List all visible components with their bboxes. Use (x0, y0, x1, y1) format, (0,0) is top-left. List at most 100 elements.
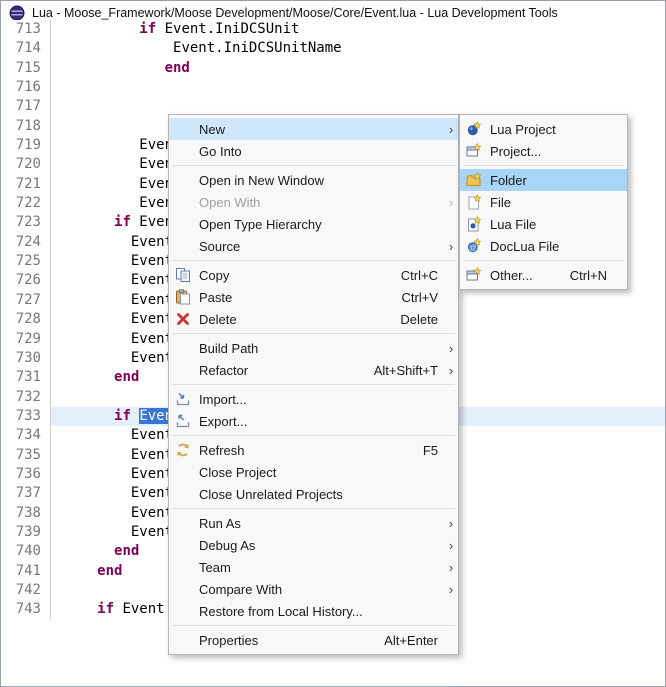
line-number[interactable]: 741 (1, 562, 51, 581)
line-number[interactable]: 714 (1, 39, 51, 58)
line-number[interactable]: 720 (1, 155, 51, 174)
line-number[interactable]: 724 (1, 233, 51, 252)
menu-item-delete[interactable]: DeleteDelete (169, 308, 458, 330)
line-number[interactable]: 733 (1, 407, 51, 426)
import-icon (175, 391, 191, 407)
menu-item-label: Refactor (199, 363, 248, 378)
line-number[interactable]: 713 (1, 20, 51, 39)
code-line-714[interactable]: 714 Event.IniDCSUnitName (1, 39, 665, 58)
menu-item-label: File (490, 195, 511, 210)
line-number[interactable]: 715 (1, 59, 51, 78)
new-project-icon-cell (465, 143, 483, 159)
menu-item-accelerator: Ctrl+C (401, 268, 444, 283)
menu-item-label: Compare With (199, 582, 282, 597)
line-number[interactable]: 723 (1, 213, 51, 232)
line-number[interactable]: 736 (1, 465, 51, 484)
line-number[interactable]: 719 (1, 136, 51, 155)
menu-item-project[interactable]: Project... (460, 140, 627, 162)
menu-item-label: Project... (490, 144, 541, 159)
menu-item-copy[interactable]: CopyCtrl+C (169, 264, 458, 286)
window-title: Lua - Moose_Framework/Moose Development/… (32, 6, 558, 20)
line-number[interactable]: 737 (1, 484, 51, 503)
menu-item-file[interactable]: File (460, 191, 627, 213)
line-number[interactable]: 717 (1, 97, 51, 116)
menu-item-open-type-hierarchy[interactable]: Open Type Hierarchy (169, 213, 458, 235)
line-number[interactable]: 740 (1, 542, 51, 561)
line-number[interactable]: 718 (1, 117, 51, 136)
menu-item-lua-project[interactable]: Lua Project (460, 118, 627, 140)
menu-item-close-unrelated-projects[interactable]: Close Unrelated Projects (169, 483, 458, 505)
menu-item-paste[interactable]: PasteCtrl+V (169, 286, 458, 308)
menu-separator (172, 384, 455, 385)
menu-item-accelerator: Alt+Shift+T (374, 363, 444, 378)
menu-item-properties[interactable]: PropertiesAlt+Enter (169, 629, 458, 651)
line-number[interactable]: 725 (1, 252, 51, 271)
line-number[interactable]: 742 (1, 581, 51, 600)
delete-icon (175, 311, 191, 327)
menu-item-accelerator: Ctrl+N (570, 268, 613, 283)
line-number[interactable]: 729 (1, 330, 51, 349)
code-line-716[interactable]: 716 (1, 78, 665, 97)
code-line-715[interactable]: 715 end (1, 59, 665, 78)
menu-item-label: Restore from Local History... (199, 604, 363, 619)
menu-item-import[interactable]: Import... (169, 388, 458, 410)
import-icon-cell (174, 391, 192, 407)
line-number[interactable]: 735 (1, 446, 51, 465)
menu-item-refactor[interactable]: RefactorAlt+Shift+T› (169, 359, 458, 381)
menu-item-other[interactable]: Other... Ctrl+N (460, 264, 627, 286)
menu-item-label: Lua Project (490, 122, 556, 137)
menu-item-restore-from-local-history[interactable]: Restore from Local History... (169, 600, 458, 622)
menu-item-debug-as[interactable]: Debug As› (169, 534, 458, 556)
line-number[interactable]: 726 (1, 271, 51, 290)
line-number[interactable]: 743 (1, 600, 51, 619)
line-number[interactable]: 728 (1, 310, 51, 329)
line-number[interactable]: 734 (1, 426, 51, 445)
submenu-arrow-icon: › (444, 341, 458, 356)
line-number[interactable]: 722 (1, 194, 51, 213)
submenu-arrow-icon: › (444, 516, 458, 531)
menu-item-source[interactable]: Source› (169, 235, 458, 257)
project-context-menu: New › Go Into Open in New WindowOpen With›O… (168, 114, 459, 655)
menu-item-export[interactable]: Export... (169, 410, 458, 432)
line-number[interactable]: 731 (1, 368, 51, 387)
line-number[interactable]: 732 (1, 388, 51, 407)
line-number[interactable]: 738 (1, 504, 51, 523)
new-lua-project-icon-cell (465, 121, 483, 137)
menu-item-lua-file[interactable]: Lua File (460, 213, 627, 235)
menu-separator (172, 625, 455, 626)
menu-item-label: New (199, 122, 225, 137)
new-lua-file-icon (466, 216, 482, 232)
menu-item-folder[interactable]: Folder (460, 169, 627, 191)
copy-icon (175, 267, 191, 283)
line-number[interactable]: 716 (1, 78, 51, 97)
menu-item-open-with[interactable]: Open With› (169, 191, 458, 213)
line-number[interactable]: 721 (1, 175, 51, 194)
menu-item-compare-with[interactable]: Compare With› (169, 578, 458, 600)
submenu-arrow-icon: › (444, 122, 458, 137)
code-text: Event.IniDCSUnitName (51, 39, 342, 58)
code-text: end (51, 368, 139, 387)
line-number[interactable]: 739 (1, 523, 51, 542)
line-number[interactable]: 727 (1, 291, 51, 310)
menu-item-team[interactable]: Team› (169, 556, 458, 578)
menu-item-open-in-new-window[interactable]: Open in New Window (169, 169, 458, 191)
export-icon (175, 413, 191, 429)
menu-item-label: Delete (199, 312, 237, 327)
menu-item-label: Other... (490, 268, 533, 283)
eclipse-logo-icon (9, 5, 25, 21)
menu-item-label: Go Into (199, 144, 242, 159)
menu-item-close-project[interactable]: Close Project (169, 461, 458, 483)
line-number[interactable]: 730 (1, 349, 51, 368)
submenu-arrow-icon: › (444, 538, 458, 553)
menu-separator (172, 165, 455, 166)
menu-item-doclua-file[interactable]: @DocLua File (460, 235, 627, 257)
refresh-icon-cell (174, 442, 192, 458)
menu-item-build-path[interactable]: Build Path› (169, 337, 458, 359)
menu-item-refresh[interactable]: RefreshF5 (169, 439, 458, 461)
menu-item-new[interactable]: New › (169, 118, 458, 140)
menu-item-go-into[interactable]: Go Into (169, 140, 458, 162)
menu-item-run-as[interactable]: Run As› (169, 512, 458, 534)
code-line-713[interactable]: 713 if Event.IniDCSUnit (1, 20, 665, 39)
menu-separator (463, 260, 624, 261)
menu-item-label: Close Project (199, 465, 276, 480)
